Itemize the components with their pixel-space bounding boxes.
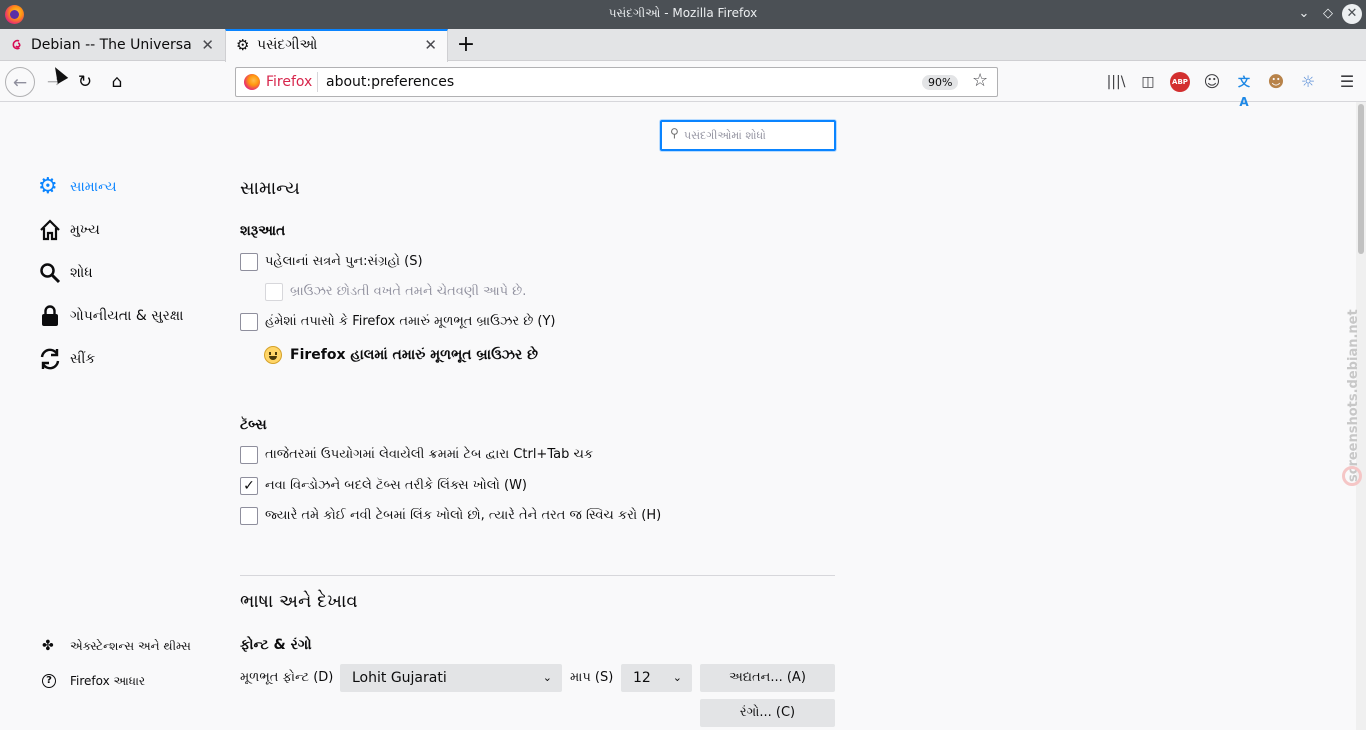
extension-monkey-icon[interactable]: ☻ [1266, 72, 1286, 92]
gear-icon: ⚙ [38, 174, 58, 199]
tabs-heading: ટૅબ્સ [240, 417, 267, 433]
sidebar-item-label: સીંક [70, 351, 96, 367]
search-icon: ⚲ [670, 126, 679, 140]
globe-icon[interactable]: ☼ [1298, 72, 1318, 92]
title-bar: પસંદગીઓ - Mozilla Firefox ⌄ ◇ ✕ [0, 0, 1366, 29]
url-bar[interactable]: Firefox about:preferences 90% ☆ [235, 67, 998, 97]
new-tab-button[interactable]: + [455, 29, 477, 61]
url-text[interactable]: about:preferences [326, 68, 454, 96]
default-font-value: Lohit Gujarati [352, 670, 447, 686]
sidebar-item-sync[interactable]: સીંક [38, 347, 95, 371]
sidebar-extensions-themes[interactable]: ✤ એક્સ્ટેન્શન્સ અને થીમ્સ [42, 636, 191, 656]
restore-session-label: પહેલાનાં સત્રને પુન:સંગ્રહો (S) [265, 254, 423, 269]
tab-close-icon[interactable]: ✕ [424, 29, 437, 61]
nav-bar: ← → ↻ ⌂ Firefox about:preferences 90% ☆ [0, 62, 1366, 102]
font-size-value: 12 [633, 670, 651, 686]
sidebar-item-home[interactable]: મુખ્ય [38, 218, 100, 242]
advanced-fonts-button[interactable]: અદ્યતન... (A) [700, 664, 835, 692]
adblock-icon[interactable]: ABP [1170, 72, 1190, 92]
sidebar-footer-label: Firefox આધાર [70, 674, 146, 688]
back-button[interactable]: ← [5, 67, 35, 97]
identity-label: Firefox [266, 74, 313, 90]
home-icon [40, 219, 60, 241]
close-window-icon[interactable]: ✕ [1342, 4, 1362, 24]
tab-label: પસંદગીઓ [257, 37, 318, 53]
check-default-checkbox[interactable] [240, 313, 258, 331]
sidebar-item-label: સામાન્ય [70, 179, 117, 195]
translate-icon[interactable]: 文A [1234, 72, 1254, 109]
gear-icon: ⚙ [236, 36, 250, 54]
smiley-icon [264, 346, 282, 364]
sidebar-item-search[interactable]: શોધ [38, 261, 93, 285]
warn-quit-label: બ્રાઉઝર છોડતી વખતે તમને ચેતવણી આપે છે. [290, 284, 527, 299]
default-font-select[interactable]: Lohit Gujarati ⌄ [340, 664, 562, 692]
tab-debian[interactable]: Debian -- The Universal Operating System… [0, 29, 224, 61]
window-title: પસંદગીઓ - Mozilla Firefox [608, 6, 758, 20]
open-links-tabs-checkbox[interactable]: ✓ [240, 477, 258, 495]
fonts-colors-heading: ફોન્ટ & રંગો [240, 637, 312, 653]
ctrl-tab-label: તાજેતરમાં ઉપયોગમાં લેવાયેલી ક્રમમાં ટેબ … [265, 447, 594, 462]
minimize-icon[interactable]: ⌄ [1294, 4, 1314, 24]
default-font-label: મૂળભૂત ફોન્ટ (D) [240, 670, 334, 685]
open-links-tabs-label: નવા વિન્ડોઝને બદલે ટૅબ્સ તરીકે લિંક્સ ખો… [265, 478, 527, 493]
watermark-text: screenshots.debian.net [1346, 309, 1361, 482]
hamburger-menu-icon[interactable]: ☰ [1337, 72, 1357, 92]
switch-to-tab-checkbox[interactable] [240, 507, 258, 525]
default-browser-text: Firefox હાલમાં તમારું મૂળભૂત બ્રાઉઝર છે [290, 347, 538, 363]
sidebar-firefox-support[interactable]: ? Firefox આધાર [42, 671, 145, 691]
bookmark-star-icon[interactable]: ☆ [972, 70, 988, 91]
tab-label: Debian -- The Universal Operating System [31, 37, 191, 53]
library-icon[interactable]: |||\ [1106, 72, 1126, 92]
account-icon[interactable]: ☺ [1202, 72, 1222, 92]
watermark-logo-icon [1342, 466, 1362, 486]
maximize-icon[interactable]: ◇ [1318, 4, 1338, 24]
firefox-logo-icon [244, 74, 260, 90]
tab-preferences[interactable]: ⚙ પસંદગીઓ ✕ [225, 29, 448, 62]
chevron-down-icon: ⌄ [672, 671, 682, 684]
reload-button[interactable]: ↻ [70, 67, 100, 97]
identity-box[interactable]: Firefox [244, 68, 312, 96]
preferences-search[interactable]: ⚲ [660, 120, 836, 151]
sidebar-item-label: શોધ [70, 265, 93, 281]
chevron-down-icon: ⌄ [542, 671, 552, 684]
lock-icon [42, 305, 58, 326]
url-separator [317, 72, 318, 92]
font-size-select[interactable]: 12 ⌄ [621, 664, 692, 692]
search-input[interactable] [684, 126, 829, 144]
section-heading-language: ભાષા અને દેખાવ [240, 591, 358, 612]
sync-icon [40, 348, 60, 370]
watermark: screenshots.debian.net [1346, 250, 1362, 490]
colors-button[interactable]: રંગો... (C) [700, 699, 835, 727]
warn-quit-checkbox [265, 283, 283, 301]
help-icon: ? [42, 674, 56, 688]
sidebar-item-label: મુખ્ય [70, 222, 100, 238]
home-button[interactable]: ⌂ [102, 67, 132, 97]
default-browser-message: Firefox હાલમાં તમારું મૂળભૂત બ્રાઉઝર છે [264, 343, 538, 367]
zoom-indicator[interactable]: 90% [922, 75, 959, 90]
puzzle-icon: ✤ [42, 638, 54, 654]
sidebar-icon[interactable]: ◫ [1138, 72, 1158, 92]
sidebar-footer-label: એક્સ્ટેન્શન્સ અને થીમ્સ [70, 639, 191, 653]
switch-to-tab-label: જ્યારે તમે કોઈ નવી ટેબમાં લિંક ખોલો છો, … [265, 508, 662, 523]
ctrl-tab-checkbox[interactable] [240, 446, 258, 464]
section-heading-general: સામાન્ય [240, 178, 300, 199]
search-icon [40, 263, 61, 284]
tab-bar: Debian -- The Universal Operating System… [0, 29, 1366, 62]
scrollbar-thumb[interactable] [1358, 104, 1364, 254]
restore-session-checkbox[interactable] [240, 253, 258, 271]
startup-heading: શરૂઆત [240, 223, 286, 239]
sidebar-item-general[interactable]: ⚙ સામાન્ય [38, 175, 117, 199]
check-default-label: હંમેશાં તપાસો કે Firefox તમારું મૂળભૂત બ… [265, 314, 556, 329]
sidebar-item-privacy[interactable]: ગોપનીયતા & સુરક્ષા [38, 304, 183, 328]
sidebar-item-label: ગોપનીયતા & સુરક્ષા [70, 308, 184, 324]
tab-close-icon[interactable]: ✕ [201, 29, 214, 61]
font-size-label: માપ (S) [570, 670, 614, 685]
section-divider [240, 575, 835, 576]
debian-swirl-icon [12, 39, 21, 50]
